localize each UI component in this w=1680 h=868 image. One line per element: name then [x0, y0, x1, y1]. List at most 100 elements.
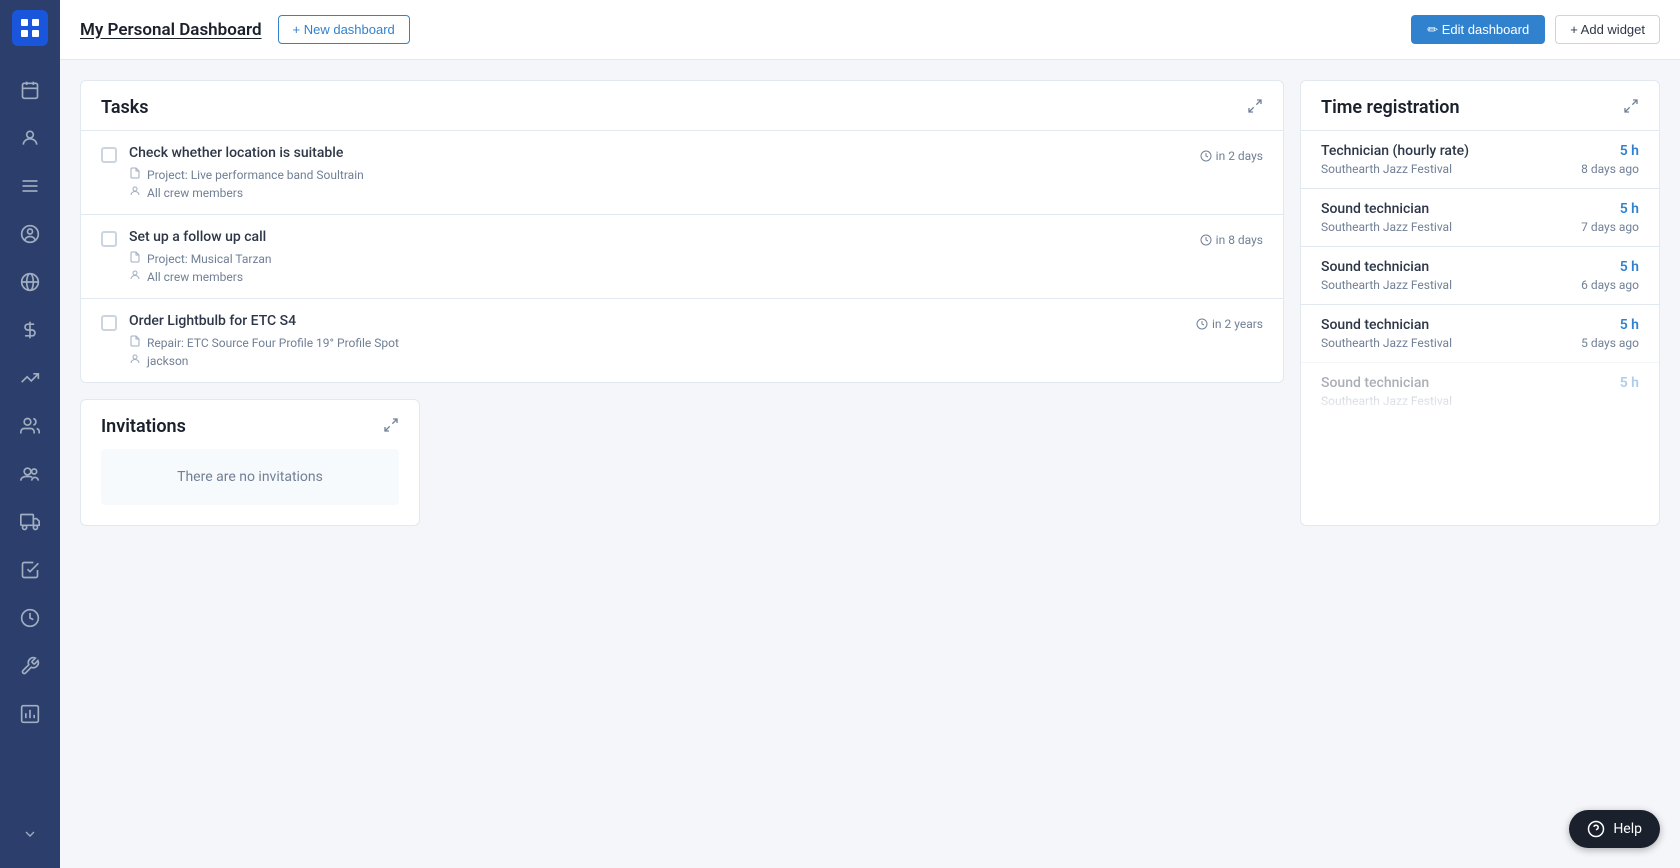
task-due-1: in 2 days: [1200, 145, 1263, 163]
table-row: Order Lightbulb for ETC S4 Repair: ETC S…: [81, 298, 1283, 382]
task-title-1: Check whether location is suitable: [129, 145, 1188, 161]
topbar: My Personal Dashboard + New dashboard ✏ …: [60, 0, 1680, 60]
help-icon: [1587, 820, 1605, 838]
tasks-widget: Tasks Check whether location is suitable: [80, 80, 1284, 383]
dollar-icon[interactable]: [10, 310, 50, 350]
list-item: Sound technician Southearth Jazz Festiva…: [1301, 304, 1659, 362]
calendar-icon[interactable]: [10, 70, 50, 110]
clock-icon-small-2: [1200, 234, 1212, 246]
invitations-expand-icon[interactable]: [383, 417, 399, 437]
task-due-3: in 2 years: [1196, 313, 1263, 331]
add-widget-button[interactable]: + Add widget: [1555, 15, 1660, 44]
time-entry-title-4: Sound technician: [1321, 317, 1569, 333]
truck-icon[interactable]: [10, 502, 50, 542]
task-assignee-3: jackson: [129, 353, 1184, 368]
clock-icon-small-3: [1196, 318, 1208, 330]
contacts-icon[interactable]: [10, 406, 50, 446]
time-entry-ago-3: 6 days ago: [1581, 278, 1639, 292]
task-checkbox-3[interactable]: [101, 315, 117, 331]
no-invitations-message: There are no invitations: [101, 449, 399, 505]
time-entry-title-3: Sound technician: [1321, 259, 1569, 275]
task-checkbox-2[interactable]: [101, 231, 117, 247]
app-logo[interactable]: [12, 10, 48, 46]
time-entry-project-1: Southearth Jazz Festival: [1321, 162, 1569, 176]
globe-icon[interactable]: [10, 262, 50, 302]
task-project-3: Repair: ETC Source Four Profile 19° Prof…: [129, 335, 1184, 350]
wrench-icon[interactable]: [10, 646, 50, 686]
time-widget-header: Time registration: [1301, 81, 1659, 130]
time-entry-project-4: Southearth Jazz Festival: [1321, 336, 1569, 350]
edit-dashboard-button[interactable]: ✏ Edit dashboard: [1411, 15, 1545, 44]
task-title-3: Order Lightbulb for ETC S4: [129, 313, 1184, 329]
time-entry-hours-5: 5 h: [1620, 375, 1639, 391]
check-tasks-icon[interactable]: [10, 550, 50, 590]
person-small-icon-2: [129, 269, 141, 284]
list-item: Sound technician Southearth Jazz Festiva…: [1301, 188, 1659, 246]
time-entries-container: Technician (hourly rate) Southearth Jazz…: [1301, 130, 1659, 420]
time-entry-hours-3: 5 h: [1581, 259, 1639, 275]
task-content-3: Order Lightbulb for ETC S4 Repair: ETC S…: [129, 313, 1184, 368]
time-entry-ago-1: 8 days ago: [1581, 162, 1639, 176]
topbar-actions: ✏ Edit dashboard + Add widget: [1411, 15, 1660, 44]
task-meta-1: Project: Live performance band Soultrain…: [129, 167, 1188, 200]
time-entry-hours-1: 5 h: [1581, 143, 1639, 159]
group-icon[interactable]: [10, 454, 50, 494]
task-project-2: Project: Musical Tarzan: [129, 251, 1188, 266]
document-icon-2: [129, 251, 141, 266]
task-assignee-1: All crew members: [129, 185, 1188, 200]
help-label: Help: [1613, 821, 1642, 837]
task-project-1: Project: Live performance band Soultrain: [129, 167, 1188, 182]
user-circle-icon[interactable]: [10, 214, 50, 254]
time-entry-ago-2: 7 days ago: [1581, 220, 1639, 234]
list-item: Sound technician Southearth Jazz Festiva…: [1301, 246, 1659, 304]
sidebar: [0, 0, 60, 868]
main-area: My Personal Dashboard + New dashboard ✏ …: [60, 0, 1680, 868]
person-icon[interactable]: [10, 118, 50, 158]
time-entries-list: Technician (hourly rate) Southearth Jazz…: [1301, 130, 1659, 420]
table-row: Set up a follow up call Project: Musical…: [81, 214, 1283, 298]
time-entry-ago-4: 5 days ago: [1581, 336, 1639, 350]
time-registration-widget: Time registration Technician (hourly rat…: [1300, 80, 1660, 526]
time-icon[interactable]: [10, 598, 50, 638]
task-content-2: Set up a follow up call Project: Musical…: [129, 229, 1188, 284]
person-small-icon-3: [129, 353, 141, 368]
list-item: Sound technician Southearth Jazz Festiva…: [1301, 362, 1659, 420]
table-row: Check whether location is suitable Proje…: [81, 130, 1283, 214]
reports-icon[interactable]: [10, 694, 50, 734]
invitations-widget-header: Invitations: [81, 400, 419, 449]
analytics-icon[interactable]: [10, 358, 50, 398]
task-checkbox-1[interactable]: [101, 147, 117, 163]
time-expand-icon[interactable]: [1623, 98, 1639, 118]
help-button[interactable]: Help: [1569, 810, 1660, 848]
tasks-expand-icon[interactable]: [1247, 98, 1263, 118]
time-entry-hours-2: 5 h: [1581, 201, 1639, 217]
tasks-widget-title: Tasks: [101, 97, 149, 118]
document-icon: [129, 167, 141, 182]
list-item: Technician (hourly rate) Southearth Jazz…: [1301, 130, 1659, 188]
time-entry-title-2: Sound technician: [1321, 201, 1569, 217]
document-icon-3: [129, 335, 141, 350]
dashboard-content: Tasks Check whether location is suitable: [60, 60, 1680, 868]
clock-icon-small: [1200, 150, 1212, 162]
chevron-down-icon[interactable]: [10, 814, 50, 854]
task-title-2: Set up a follow up call: [129, 229, 1188, 245]
task-meta-2: Project: Musical Tarzan All crew members: [129, 251, 1188, 284]
list-icon[interactable]: [10, 166, 50, 206]
invitations-widget: Invitations There are no invitations: [80, 399, 420, 526]
task-assignee-2: All crew members: [129, 269, 1188, 284]
task-content-1: Check whether location is suitable Proje…: [129, 145, 1188, 200]
time-entry-hours-4: 5 h: [1581, 317, 1639, 333]
time-entry-title-1: Technician (hourly rate): [1321, 143, 1569, 159]
person-small-icon: [129, 185, 141, 200]
invitations-widget-title: Invitations: [101, 416, 186, 437]
time-entry-title-5: Sound technician: [1321, 375, 1608, 391]
page-title: My Personal Dashboard: [80, 20, 262, 40]
tasks-widget-header: Tasks: [81, 81, 1283, 130]
task-meta-3: Repair: ETC Source Four Profile 19° Prof…: [129, 335, 1184, 368]
time-entry-project-3: Southearth Jazz Festival: [1321, 278, 1569, 292]
task-due-2: in 8 days: [1200, 229, 1263, 247]
time-widget-title: Time registration: [1321, 97, 1460, 118]
time-entry-project-2: Southearth Jazz Festival: [1321, 220, 1569, 234]
time-entry-project-5: Southearth Jazz Festival: [1321, 394, 1608, 408]
new-dashboard-button[interactable]: + New dashboard: [278, 15, 410, 44]
